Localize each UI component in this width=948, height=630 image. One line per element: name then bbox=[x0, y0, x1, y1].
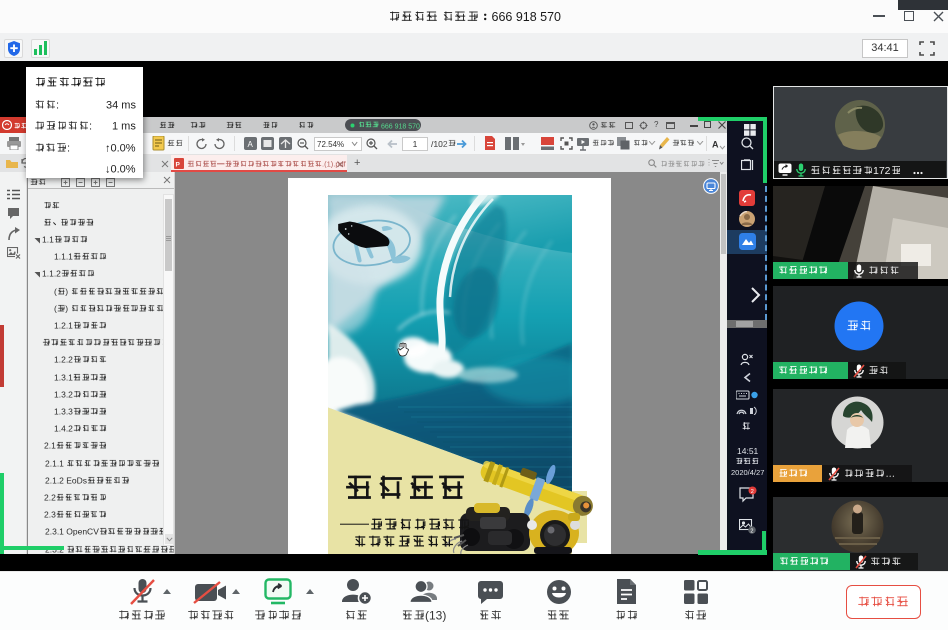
svg-text:2: 2 bbox=[750, 528, 753, 534]
svg-text:1.4.2: 1.4.2 bbox=[54, 424, 73, 434]
svg-text:1.2.1: 1.2.1 bbox=[54, 321, 73, 331]
svg-text:2.3: 2.3 bbox=[44, 510, 56, 520]
svg-text:2020/4/27: 2020/4/27 bbox=[731, 468, 764, 477]
svg-text:666 918 570: 666 918 570 bbox=[491, 10, 561, 24]
svg-text:(: ( bbox=[54, 304, 57, 314]
svg-text:/102: /102 bbox=[431, 139, 448, 149]
svg-text:1.3.1: 1.3.1 bbox=[54, 373, 73, 383]
svg-text:A: A bbox=[712, 140, 719, 150]
svg-text:172: 172 bbox=[873, 165, 891, 177]
svg-text::: : bbox=[56, 99, 59, 111]
svg-text:1.2.2: 1.2.2 bbox=[54, 355, 73, 365]
svg-text::: : bbox=[67, 142, 70, 154]
svg-text:↑0.0%: ↑0.0% bbox=[105, 142, 136, 154]
svg-text:1 ms: 1 ms bbox=[112, 121, 136, 133]
svg-text:): ) bbox=[65, 304, 68, 314]
svg-text:P: P bbox=[176, 162, 181, 169]
svg-text:(13): (13) bbox=[425, 609, 446, 623]
svg-text:1.3.2: 1.3.2 bbox=[54, 390, 73, 400]
svg-text:2.1: 2.1 bbox=[44, 441, 56, 451]
svg-text:1.1.1: 1.1.1 bbox=[54, 252, 73, 262]
svg-text:(: ( bbox=[54, 287, 57, 297]
svg-text:): ) bbox=[65, 287, 68, 297]
svg-text:2.2: 2.2 bbox=[44, 493, 56, 503]
svg-text:666 918 570: 666 918 570 bbox=[381, 124, 420, 131]
svg-text:2: 2 bbox=[751, 489, 754, 495]
svg-text:72.54%: 72.54% bbox=[317, 140, 344, 149]
svg-text:2.1.2 EoDs: 2.1.2 EoDs bbox=[45, 476, 87, 486]
svg-text::: : bbox=[89, 121, 92, 133]
svg-text:14:51: 14:51 bbox=[737, 446, 759, 456]
svg-text:1.3.3: 1.3.3 bbox=[54, 407, 73, 417]
svg-text:2.1.1: 2.1.1 bbox=[45, 459, 64, 469]
svg-text:34 ms: 34 ms bbox=[106, 99, 136, 111]
svg-text:2.3.1 OpenCV: 2.3.1 OpenCV bbox=[45, 527, 99, 537]
svg-text:A: A bbox=[248, 140, 254, 149]
svg-text:↓0.0%: ↓0.0% bbox=[105, 164, 136, 176]
svg-text:1.1: 1.1 bbox=[42, 235, 54, 245]
svg-text:1.1.2: 1.1.2 bbox=[42, 269, 61, 279]
